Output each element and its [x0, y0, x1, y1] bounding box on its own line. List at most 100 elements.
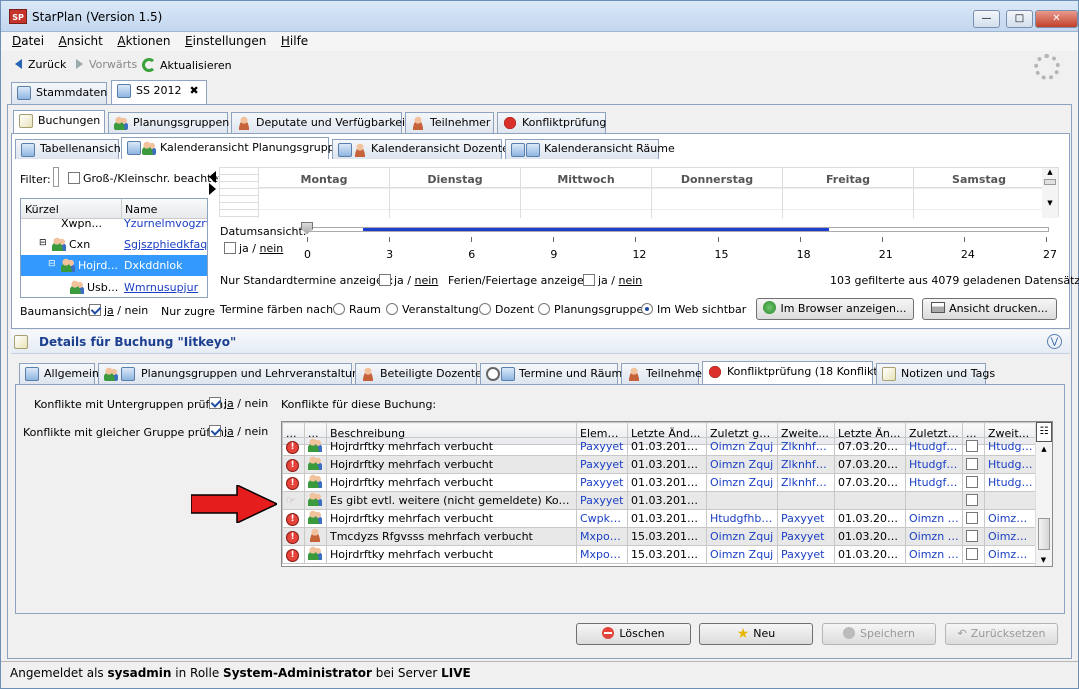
conflict-changed-by[interactable]: Htudgfhb O...	[706, 509, 778, 528]
conflict-second-changed-by[interactable]: Htudgfh...	[905, 437, 963, 456]
conflict-element[interactable]: Paxyyet	[576, 437, 628, 456]
conflict-second-changed-by[interactable]: Oimzn Zquj	[905, 527, 963, 546]
close-tab-icon[interactable]: ✖	[189, 84, 198, 97]
scroll-up-icon[interactable]: ▲	[1036, 445, 1052, 453]
conflict-second-element[interactable]: Paxyyet	[777, 545, 835, 564]
conflict-checkbox[interactable]	[966, 512, 978, 524]
conflict-row[interactable]: ! Hojrdrftky mehrfach verbucht Mxpok... 15.…	[282, 545, 1037, 564]
conflict-row[interactable]: ! Hojrdrftky mehrfach verbucht Paxyyet 01.0…	[282, 437, 1037, 456]
conflict-second-user[interactable]: Htudgf...	[984, 455, 1037, 474]
date-slider-track[interactable]	[307, 227, 1049, 232]
column-chooser-icon[interactable]: ☷	[1036, 422, 1052, 442]
conflict-element[interactable]: Mxpok...	[576, 545, 628, 564]
conflict-changed-by[interactable]	[706, 491, 778, 510]
minimize-button[interactable]: —	[973, 10, 1000, 28]
menu-datei[interactable]: Datei	[12, 32, 44, 51]
conflict-check-cell[interactable]	[962, 455, 985, 474]
conflict-check-cell[interactable]	[962, 545, 985, 564]
tab-kalender-dozenten[interactable]: Kalenderansicht Dozenten	[332, 139, 516, 159]
tree-row[interactable]: Usb... Wmrnusupjur	[21, 277, 207, 297]
conflict-second-changed-by[interactable]	[905, 491, 963, 510]
day-freitag[interactable]: Freitag	[782, 168, 913, 218]
conflict-second-changed-by[interactable]: Htudgfh...	[905, 473, 963, 492]
check-gleiche-gruppe[interactable]	[209, 425, 221, 437]
conflict-second-user[interactable]: Htudgf...	[984, 437, 1037, 456]
scroll-down-icon[interactable]: ▼	[1036, 556, 1051, 564]
tab-teilnehmer[interactable]: Teilnehmer	[405, 112, 494, 134]
conflict-changed-by[interactable]: Oimzn Zquj	[706, 473, 778, 492]
reset-button[interactable]: ↶ Zurücksetzen	[945, 623, 1058, 645]
case-sensitive-checkbox[interactable]: Groß-/Kleinschr. beachtet	[68, 172, 223, 185]
check-untergruppen-toggle[interactable]: ja / nein	[209, 397, 268, 410]
radio-planungsgruppe[interactable]: Planungsgruppe	[538, 303, 643, 316]
day-donnerstag[interactable]: Donnerstag	[651, 168, 782, 218]
new-button[interactable]: ★ Neu	[699, 623, 813, 645]
conflict-second-element[interactable]: Zlknhfet...	[777, 473, 835, 492]
print-button[interactable]: Ansicht drucken...	[922, 298, 1057, 320]
tab-dozenten[interactable]: Beteiligte Dozenten	[355, 363, 489, 384]
conflict-row[interactable]: ! Tmcdyzs Rfgvsss mehrfach verbucht Mxpok.…	[282, 527, 1037, 546]
collapse-details-icon[interactable]: ⋁	[1047, 334, 1062, 349]
conflict-second-changed-by[interactable]: Htudgfh...	[905, 455, 963, 474]
radio-raum[interactable]: Raum	[333, 303, 381, 316]
collapse-left-icon[interactable]	[209, 171, 216, 183]
tab-planungsgruppen-lv[interactable]: Planungsgruppen und Lehrveranstaltungen	[98, 363, 380, 384]
conflict-checkbox[interactable]	[966, 440, 978, 452]
tab-konfliktpruefung[interactable]: Konfliktprüfung	[497, 112, 606, 134]
radio-dozent-dot[interactable]	[479, 303, 491, 315]
collapse-node-icon[interactable]: ⊟	[39, 238, 47, 248]
conflict-element[interactable]: Paxyyet	[576, 455, 628, 474]
radio-dozent[interactable]: Dozent	[479, 303, 534, 316]
conflict-element[interactable]: Paxyyet	[576, 473, 628, 492]
case-sensitive-check[interactable]	[68, 172, 80, 184]
menu-ansicht[interactable]: Ansicht	[59, 32, 103, 51]
std-toggle[interactable]: ja / nein	[379, 274, 438, 287]
conflict-second-user[interactable]: Oimzn ...	[984, 545, 1037, 564]
conflict-check-cell[interactable]	[962, 527, 985, 546]
conflict-element[interactable]: Mxpok...	[576, 527, 628, 546]
conflict-second-element[interactable]: Paxyyet	[777, 509, 835, 528]
conflict-checkbox[interactable]	[966, 548, 978, 560]
tab-planungsgruppen[interactable]: Planungsgruppen	[108, 112, 229, 134]
filter-input[interactable]	[53, 167, 59, 187]
tab-buchungen[interactable]: Buchungen	[13, 110, 105, 134]
conflict-second-element[interactable]: Paxyyet	[777, 527, 835, 546]
conflict-second-user[interactable]	[984, 491, 1037, 510]
day-montag[interactable]: Montag	[258, 168, 389, 218]
tree-row[interactable]: ⊟ Cxn Sgjszphiedkfaqyc	[21, 235, 207, 254]
conflict-second-user[interactable]: Htudgf...	[984, 473, 1037, 492]
conflict-checkbox[interactable]	[966, 476, 978, 488]
conflict-checkbox[interactable]	[966, 458, 978, 470]
tree-row[interactable]: Xwpn... Yzurnelmvogzrww	[21, 213, 207, 231]
conflict-element[interactable]: Paxyyet	[576, 491, 628, 510]
radio-veranstaltung[interactable]: Veranstaltung	[386, 303, 479, 316]
conflict-second-element[interactable]: Zlknhfet...	[777, 455, 835, 474]
tab-ss-2012[interactable]: SS 2012 ✖	[111, 80, 207, 104]
tab-kalender-planungsgruppen[interactable]: Kalenderansicht Planungsgruppen	[121, 137, 348, 159]
conflict-changed-by[interactable]: Oimzn Zquj	[706, 545, 778, 564]
datumsansicht-toggle[interactable]: ja / nein	[224, 242, 283, 255]
save-button[interactable]: Speichern	[822, 623, 936, 645]
maximize-button[interactable]: □	[1006, 10, 1033, 28]
conflict-second-element[interactable]: Zlknhfet...	[777, 437, 835, 456]
day-samstag[interactable]: Samstag	[913, 168, 1044, 218]
conflict-element[interactable]: Cwpkpxb	[576, 509, 628, 528]
ferien-check[interactable]	[583, 274, 595, 286]
datumsansicht-check[interactable]	[224, 242, 236, 254]
conflict-changed-by[interactable]: Oimzn Zquj	[706, 527, 778, 546]
delete-button[interactable]: Löschen	[576, 623, 691, 645]
tab-allgemein[interactable]: Allgemein	[19, 363, 99, 384]
conflicts-scrollbar[interactable]: ☷ ▲ ▼	[1035, 422, 1052, 566]
menu-hilfe[interactable]: Hilfe	[281, 32, 308, 51]
baumansicht-check[interactable]	[89, 304, 101, 316]
tab-tabellenansicht[interactable]: Tabellenansicht	[15, 139, 125, 159]
tab-kalender-raeume[interactable]: Kalenderansicht Räume	[505, 139, 675, 159]
menu-aktionen[interactable]: Aktionen	[117, 32, 170, 51]
conflict-check-cell[interactable]	[962, 473, 985, 492]
menu-einstellungen[interactable]: Einstellungen	[185, 32, 266, 51]
conflict-changed-by[interactable]: Oimzn Zquj	[706, 437, 778, 456]
conflict-row[interactable]: ! Hojrdrftky mehrfach verbucht Paxyyet 01.0…	[282, 473, 1037, 492]
conflict-row[interactable]: ☞ Es gibt evtl. weitere (nicht gemeldete)…	[282, 491, 1037, 510]
date-slider-range[interactable]	[362, 228, 829, 231]
conflict-second-changed-by[interactable]: Oimzn Zquj	[905, 509, 963, 528]
